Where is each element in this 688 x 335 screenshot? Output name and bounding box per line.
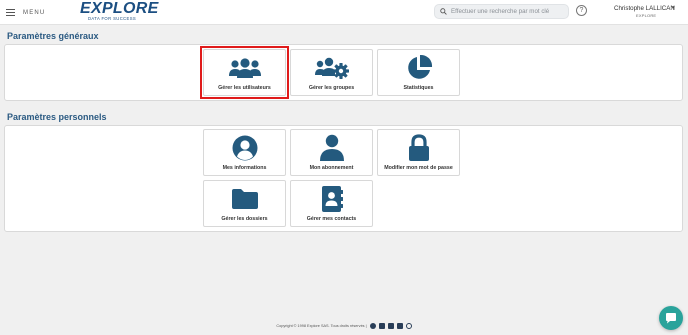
lock-icon bbox=[408, 134, 429, 161]
copyright-text: Copyright © 1998 Explore SAS. Tous droit… bbox=[276, 324, 367, 328]
search-icon bbox=[440, 8, 447, 15]
twitter-icon[interactable] bbox=[378, 323, 385, 329]
users-gear-icon bbox=[314, 57, 349, 79]
tile-label: Gérer mes contacts bbox=[306, 216, 357, 222]
tile-manage-folders[interactable]: Gérer les dossiers bbox=[203, 180, 286, 227]
tile-my-information[interactable]: Mes informations bbox=[203, 129, 286, 176]
tile-my-subscription[interactable]: Mon abonnement bbox=[290, 129, 373, 176]
tile-label: Gérer les groupes bbox=[308, 85, 355, 91]
tile-manage-groups[interactable]: Gérer les groupes bbox=[290, 49, 373, 96]
hamburger-icon bbox=[6, 9, 15, 16]
tile-label: Mes informations bbox=[222, 165, 267, 171]
menu-button[interactable]: MENU bbox=[6, 7, 45, 18]
user-menu[interactable]: Christophe LALLICAN ▾ EXPLORE bbox=[606, 4, 682, 20]
user-circle-icon bbox=[232, 135, 257, 161]
chat-bubble-icon bbox=[666, 313, 676, 324]
chat-button[interactable] bbox=[659, 306, 683, 330]
section-title-general: Paramètres généraux bbox=[7, 31, 99, 41]
menu-label: MENU bbox=[23, 9, 46, 16]
users-icon bbox=[228, 58, 261, 78]
globe-icon[interactable] bbox=[369, 323, 376, 329]
search-input[interactable] bbox=[451, 8, 566, 15]
pie-chart-icon bbox=[407, 54, 432, 79]
tile-label: Mon abonnement bbox=[309, 165, 354, 171]
user-organization: EXPLORE bbox=[636, 13, 657, 18]
help-button[interactable]: ? bbox=[576, 5, 587, 16]
instagram-icon[interactable] bbox=[405, 323, 412, 329]
tile-manage-users[interactable]: Gérer les utilisateurs bbox=[203, 49, 286, 96]
footer: Copyright © 1998 Explore SAS. Tous droit… bbox=[0, 323, 688, 329]
tile-label: Gérer les utilisateurs bbox=[218, 85, 271, 91]
tile-statistics[interactable]: Statistiques bbox=[377, 49, 460, 96]
user-icon bbox=[319, 134, 344, 161]
tile-label: Statistiques bbox=[403, 85, 434, 91]
logo-tagline: DATA FOR SUCCESS bbox=[88, 16, 137, 21]
linkedin-icon[interactable] bbox=[387, 323, 394, 329]
top-bar: MENU EXPLORE DATA FOR SUCCESS ? Christop… bbox=[0, 0, 688, 25]
chevron-down-icon: ▾ bbox=[672, 5, 675, 11]
logo-text: EXPLORE bbox=[80, 0, 159, 17]
user-name: Christophe LALLICAN bbox=[614, 5, 675, 12]
tile-change-password[interactable]: Modifier mon mot de passe bbox=[377, 129, 460, 176]
folder-icon bbox=[231, 189, 258, 209]
search-box[interactable] bbox=[434, 4, 569, 19]
tile-label: Modifier mon mot de passe bbox=[384, 165, 453, 171]
tile-label: Gérer les dossiers bbox=[221, 216, 268, 222]
section-title-personal: Paramètres personnels bbox=[7, 112, 107, 122]
youtube-icon[interactable] bbox=[396, 323, 403, 329]
explore-logo[interactable]: EXPLORE DATA FOR SUCCESS bbox=[80, 0, 172, 22]
tile-manage-contacts[interactable]: Gérer mes contacts bbox=[290, 180, 373, 227]
address-book-icon bbox=[321, 186, 343, 212]
